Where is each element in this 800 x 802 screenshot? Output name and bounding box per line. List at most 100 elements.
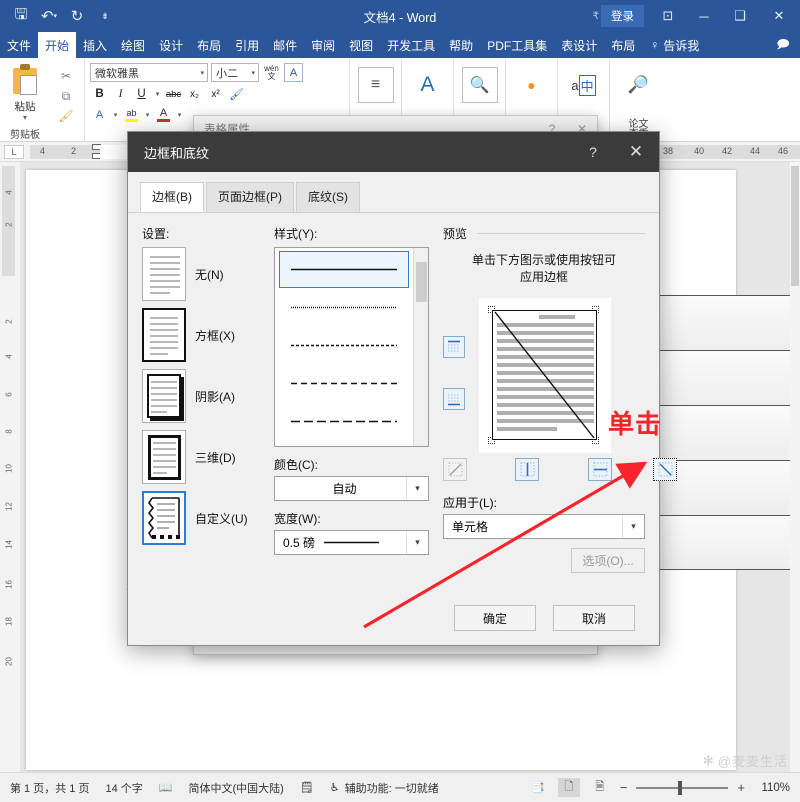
paper-check-icon[interactable]: 🔎 [620, 67, 657, 103]
highlight-dropdown-icon[interactable]: ▾ [143, 111, 152, 119]
style-option-dotted-fine[interactable] [279, 289, 409, 326]
underline-dropdown-icon[interactable]: ▾ [153, 90, 162, 98]
apply-to-combo[interactable]: 单元格 ▾ [443, 514, 645, 539]
tab-table-design[interactable]: 表设计 [554, 32, 604, 58]
underline-button[interactable]: U [132, 85, 151, 103]
zoom-value[interactable]: 110% [754, 782, 790, 794]
border-diagonal-down-button[interactable] [653, 458, 677, 481]
tab-page-border[interactable]: 页面边框(P) [206, 182, 294, 212]
style-option-dash-dot[interactable] [279, 403, 409, 440]
tab-mailings[interactable]: 邮件 [266, 32, 304, 58]
zoom-in-button[interactable]: + [737, 780, 745, 795]
zoom-slider-thumb[interactable] [678, 780, 683, 795]
accessibility-status[interactable]: ♿ 辅助功能: 一切就绪 [330, 780, 439, 796]
dialog-close-icon[interactable]: ✕ [613, 132, 659, 172]
font-name-combo[interactable]: 微软雅黑 ▾ [90, 63, 208, 82]
find-icon[interactable]: 🔍 [461, 67, 498, 103]
cut-icon[interactable]: ✂ [57, 68, 75, 84]
tab-stop-selector[interactable]: L [4, 145, 24, 159]
tab-developer[interactable]: 开发工具 [380, 32, 442, 58]
border-inside-vertical-button[interactable] [515, 458, 539, 481]
language-indicator[interactable]: 简体中文(中国大陆) [188, 780, 283, 796]
sign-in-button[interactable]: 登录 [601, 5, 644, 27]
tell-me-box[interactable]: ♀ 告诉我 [642, 32, 707, 58]
tab-pdf-tools[interactable]: PDF工具集 [480, 32, 554, 58]
copy-icon[interactable]: ⧉ [57, 88, 75, 104]
setting-3d[interactable]: 三维(D) [142, 430, 262, 484]
ok-button[interactable]: 确定 [454, 605, 536, 631]
paragraph-icon[interactable]: ≡ [357, 67, 394, 103]
zoom-out-button[interactable]: − [620, 780, 628, 795]
border-bottom-button[interactable] [443, 388, 465, 410]
maximize-button[interactable]: ❑ [722, 0, 758, 32]
scrollbar-thumb[interactable] [791, 166, 799, 286]
comments-icon[interactable]: 🗩 [766, 32, 800, 58]
tab-shading[interactable]: 底纹(S) [296, 182, 360, 212]
tab-table-layout[interactable]: 布局 [604, 32, 642, 58]
print-layout-view-button[interactable]: 🗋 [557, 778, 580, 797]
styles-icon[interactable]: A [409, 67, 446, 103]
translate-icon[interactable]: a中 [565, 67, 602, 103]
superscript-button[interactable]: x² [206, 85, 225, 103]
tab-home[interactable]: 开始 [38, 32, 77, 58]
setting-custom[interactable]: 自定义(U) [142, 491, 262, 545]
save-icon[interactable]: 🖫 [8, 3, 34, 29]
dialog-help-icon[interactable]: ? [573, 132, 613, 172]
clear-formatting-icon[interactable]: 🖌 [227, 85, 246, 103]
italic-button[interactable]: I [111, 85, 130, 103]
tab-file[interactable]: 文件 [0, 32, 38, 58]
tab-layout[interactable]: 布局 [190, 32, 228, 58]
tab-view[interactable]: 视图 [342, 32, 380, 58]
close-button[interactable]: ✕ [758, 0, 800, 32]
preview-card[interactable] [479, 298, 611, 453]
subscript-button[interactable]: x₂ [185, 85, 204, 103]
style-scrollbar[interactable] [413, 248, 428, 446]
setting-box[interactable]: 方框(X) [142, 308, 262, 362]
style-option-dashed-small[interactable] [279, 327, 409, 364]
text-highlight-icon[interactable]: ab [122, 106, 141, 124]
text-effects-dropdown-icon[interactable]: ▾ [111, 111, 120, 119]
paste-dropdown-icon[interactable]: ▾ [23, 114, 27, 122]
preview-document[interactable] [492, 310, 597, 440]
tab-references[interactable]: 引用 [228, 32, 266, 58]
style-scrollbar-thumb[interactable] [416, 262, 427, 302]
addin-dot-icon[interactable]: ● [513, 67, 550, 103]
font-size-combo[interactable]: 小二 ▾ [211, 63, 259, 82]
tab-help[interactable]: 帮助 [442, 32, 480, 58]
font-color-dropdown-icon[interactable]: ▾ [175, 111, 184, 119]
track-changes-icon[interactable]: 🗒 [300, 781, 314, 794]
customize-qat-icon[interactable]: ⇟ [92, 3, 118, 29]
cancel-button[interactable]: 取消 [553, 605, 635, 631]
border-width-combo[interactable]: 0.5 磅 ▾ [274, 530, 429, 555]
character-border-icon[interactable]: A [284, 63, 303, 82]
text-effects-icon[interactable]: A [90, 106, 109, 124]
tab-review[interactable]: 审阅 [304, 32, 342, 58]
zoom-slider[interactable] [636, 780, 729, 795]
vertical-ruler[interactable]: 4 2 2 4 6 8 10 12 14 16 18 20 [0, 162, 20, 772]
borders-and-shading-dialog[interactable]: 边框和底纹 ? ✕ 边框(B) 页面边框(P) 底纹(S) 设置: 无(N) 方… [127, 131, 677, 646]
options-button[interactable]: 选项(O)... [571, 548, 645, 573]
read-mode-view-button[interactable]: 📑 [527, 778, 549, 797]
ribbon-display-options-icon[interactable]: ⊡ [650, 0, 686, 32]
vertical-scrollbar[interactable] [790, 162, 800, 772]
bold-button[interactable]: B [90, 85, 109, 103]
web-layout-view-button[interactable]: 🗎 [589, 778, 611, 797]
page-info[interactable]: 第 1 页，共 1 页 [10, 780, 89, 796]
setting-shadow[interactable]: 阴影(A) [142, 369, 262, 423]
style-option-solid[interactable] [279, 251, 409, 288]
strikethrough-button[interactable]: abc [164, 85, 183, 103]
tab-borders[interactable]: 边框(B) [140, 182, 204, 212]
tab-design[interactable]: 设计 [152, 32, 190, 58]
phonetic-guide-icon[interactable]: wén 文 [262, 63, 281, 82]
border-color-combo[interactable]: 自动 ▾ [274, 476, 429, 501]
style-option-dashed[interactable] [279, 365, 409, 402]
border-diagonal-up-button[interactable] [443, 458, 467, 481]
paste-icon[interactable] [8, 64, 42, 98]
font-color-icon[interactable]: A [154, 106, 173, 124]
border-top-button[interactable] [443, 336, 465, 358]
redo-icon[interactable]: ↻ [64, 3, 90, 29]
format-painter-icon[interactable]: 🖌 [57, 108, 75, 124]
undo-icon[interactable]: ↶ ▾ [36, 3, 62, 29]
minimize-button[interactable]: ─ [686, 0, 722, 32]
word-count[interactable]: 14 个字 [105, 780, 142, 796]
